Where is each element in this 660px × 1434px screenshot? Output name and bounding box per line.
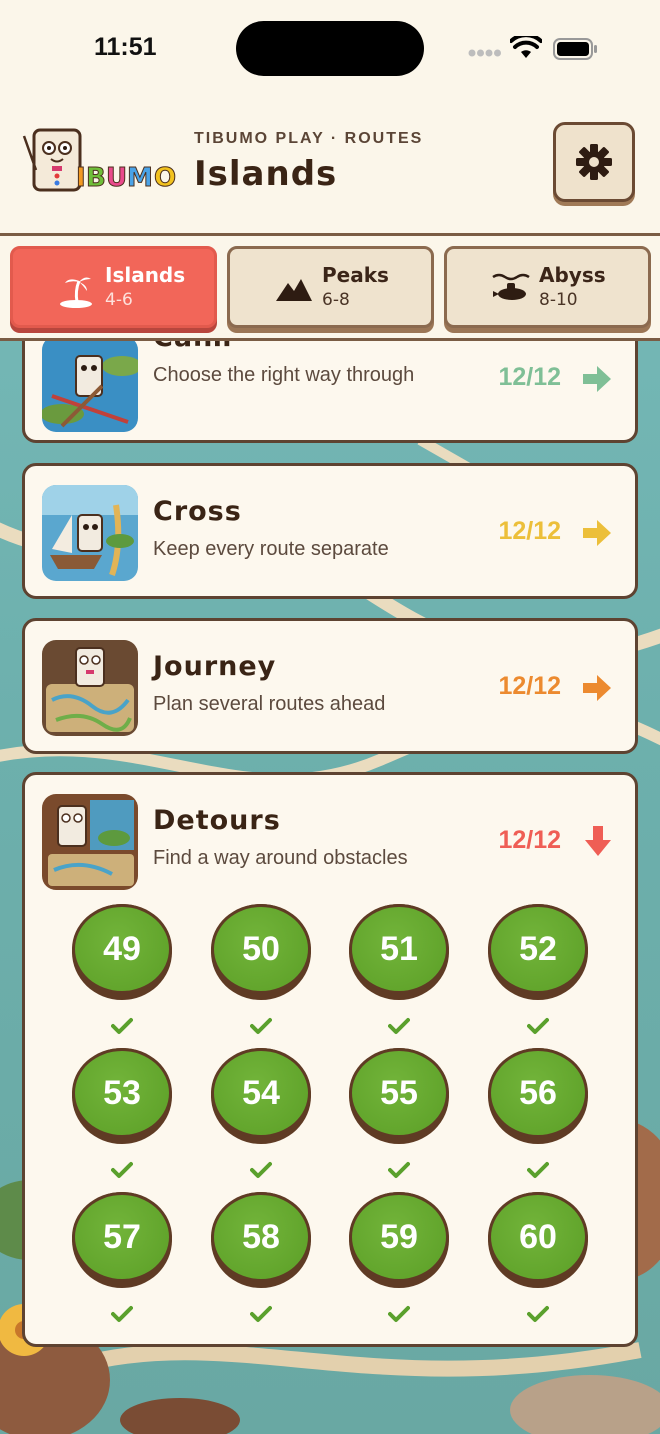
level-button[interactable]: 57 — [72, 1192, 172, 1292]
battery-icon — [553, 38, 597, 60]
level-button[interactable]: 53 — [72, 1048, 172, 1148]
submarine-icon — [492, 273, 530, 300]
check-icon — [388, 1018, 410, 1034]
tab-age-range: 6-8 — [322, 290, 350, 310]
tab-age-range: 4-6 — [105, 290, 133, 310]
tab-age-range: 8-10 — [539, 290, 578, 310]
level-button[interactable]: 60 — [488, 1192, 588, 1292]
dynamic-island — [236, 21, 424, 76]
level-button[interactable]: 59 — [349, 1192, 449, 1292]
level-button[interactable]: 49 — [72, 904, 172, 1004]
palm-island-icon — [60, 277, 92, 308]
pack-title: Cross — [153, 496, 242, 527]
wifi-icon — [510, 36, 542, 58]
tab-abyss[interactable]: Abyss 8-10 — [444, 246, 651, 328]
pack-card-cross[interactable]: Cross Keep every route separate 12/12 — [22, 463, 638, 599]
pack-progress: 12/12 — [498, 826, 561, 854]
check-icon — [250, 1018, 272, 1034]
check-icon — [250, 1306, 272, 1322]
tibumo-logo: I B U M O — [22, 128, 177, 194]
pack-thumbnail — [42, 485, 138, 581]
arrow-right-icon — [583, 366, 611, 392]
level-button[interactable]: 52 — [488, 904, 588, 1004]
check-icon — [527, 1306, 549, 1322]
check-icon — [111, 1018, 133, 1034]
tab-label: Islands — [105, 263, 186, 287]
pack-progress: 12/12 — [498, 517, 561, 545]
svg-text:M: M — [127, 163, 153, 193]
level-number: 49 — [72, 904, 172, 994]
breadcrumb: TIBUMO PLAY · ROUTES — [194, 130, 424, 147]
arrow-right-icon — [583, 520, 611, 546]
pack-progress: 12/12 — [498, 672, 561, 700]
level-button[interactable]: 56 — [488, 1048, 588, 1148]
level-number: 52 — [488, 904, 588, 994]
level-number: 50 — [211, 904, 311, 994]
gear-icon — [576, 144, 612, 180]
check-icon — [111, 1306, 133, 1322]
pack-subtitle: Find a way around obstacles — [153, 847, 408, 869]
pack-list[interactable]: Calm Choose the right way through 12/12 … — [0, 341, 660, 1434]
level-number: 55 — [349, 1048, 449, 1138]
page-title: Islands — [194, 154, 338, 194]
level-number: 54 — [211, 1048, 311, 1138]
pack-thumbnail — [42, 341, 138, 432]
app-header: I B U M O TIBUMO PLAY · ROUTES Islands — [0, 100, 660, 236]
arrow-right-icon — [583, 675, 611, 701]
pack-card-detours[interactable]: Detours Find a way around obstacles 12/1… — [22, 772, 638, 1347]
pack-card-journey[interactable]: Journey Plan several routes ahead 12/12 — [22, 618, 638, 754]
check-icon — [527, 1162, 549, 1178]
level-button[interactable]: 51 — [349, 904, 449, 1004]
mountain-icon — [276, 279, 312, 301]
arrow-down-icon — [585, 826, 611, 856]
pack-card-calm[interactable]: Calm Choose the right way through 12/12 — [22, 341, 638, 443]
pack-title: Detours — [153, 805, 281, 836]
svg-text:O: O — [154, 163, 176, 193]
level-button[interactable]: 50 — [211, 904, 311, 1004]
svg-text:U: U — [106, 163, 127, 193]
check-icon — [388, 1162, 410, 1178]
pack-subtitle: Choose the right way through — [153, 364, 415, 386]
tab-label: Abyss — [539, 263, 606, 287]
check-icon — [250, 1162, 272, 1178]
level-number: 51 — [349, 904, 449, 994]
cellular-signal-icon — [468, 49, 501, 57]
level-button[interactable]: 58 — [211, 1192, 311, 1292]
level-button[interactable]: 54 — [211, 1048, 311, 1148]
pack-subtitle: Keep every route separate — [153, 538, 389, 560]
settings-button[interactable] — [553, 122, 635, 202]
level-number: 53 — [72, 1048, 172, 1138]
level-number: 59 — [349, 1192, 449, 1282]
tab-peaks[interactable]: Peaks 6-8 — [227, 246, 434, 328]
level-number: 60 — [488, 1192, 588, 1282]
level-number: 58 — [211, 1192, 311, 1282]
svg-text:B: B — [86, 163, 106, 193]
pack-title: Journey — [153, 651, 277, 682]
pack-progress: 12/12 — [498, 363, 561, 391]
tab-label: Peaks — [322, 263, 389, 287]
check-icon — [388, 1306, 410, 1322]
pack-thumbnail — [42, 794, 138, 890]
check-icon — [527, 1018, 549, 1034]
level-number: 56 — [488, 1048, 588, 1138]
level-number: 57 — [72, 1192, 172, 1282]
svg-text:I: I — [76, 163, 86, 193]
status-time: 11:51 — [94, 33, 157, 61]
pack-subtitle: Plan several routes ahead — [153, 693, 386, 715]
tab-islands[interactable]: Islands 4-6 — [10, 246, 217, 328]
pack-thumbnail — [42, 640, 138, 736]
check-icon — [111, 1162, 133, 1178]
pack-title: Calm — [153, 341, 232, 353]
status-bar: 11:51 — [0, 0, 660, 100]
level-button[interactable]: 55 — [349, 1048, 449, 1148]
category-tabs: Islands 4-6 Peaks 6-8 Abyss 8-10 — [0, 236, 660, 341]
